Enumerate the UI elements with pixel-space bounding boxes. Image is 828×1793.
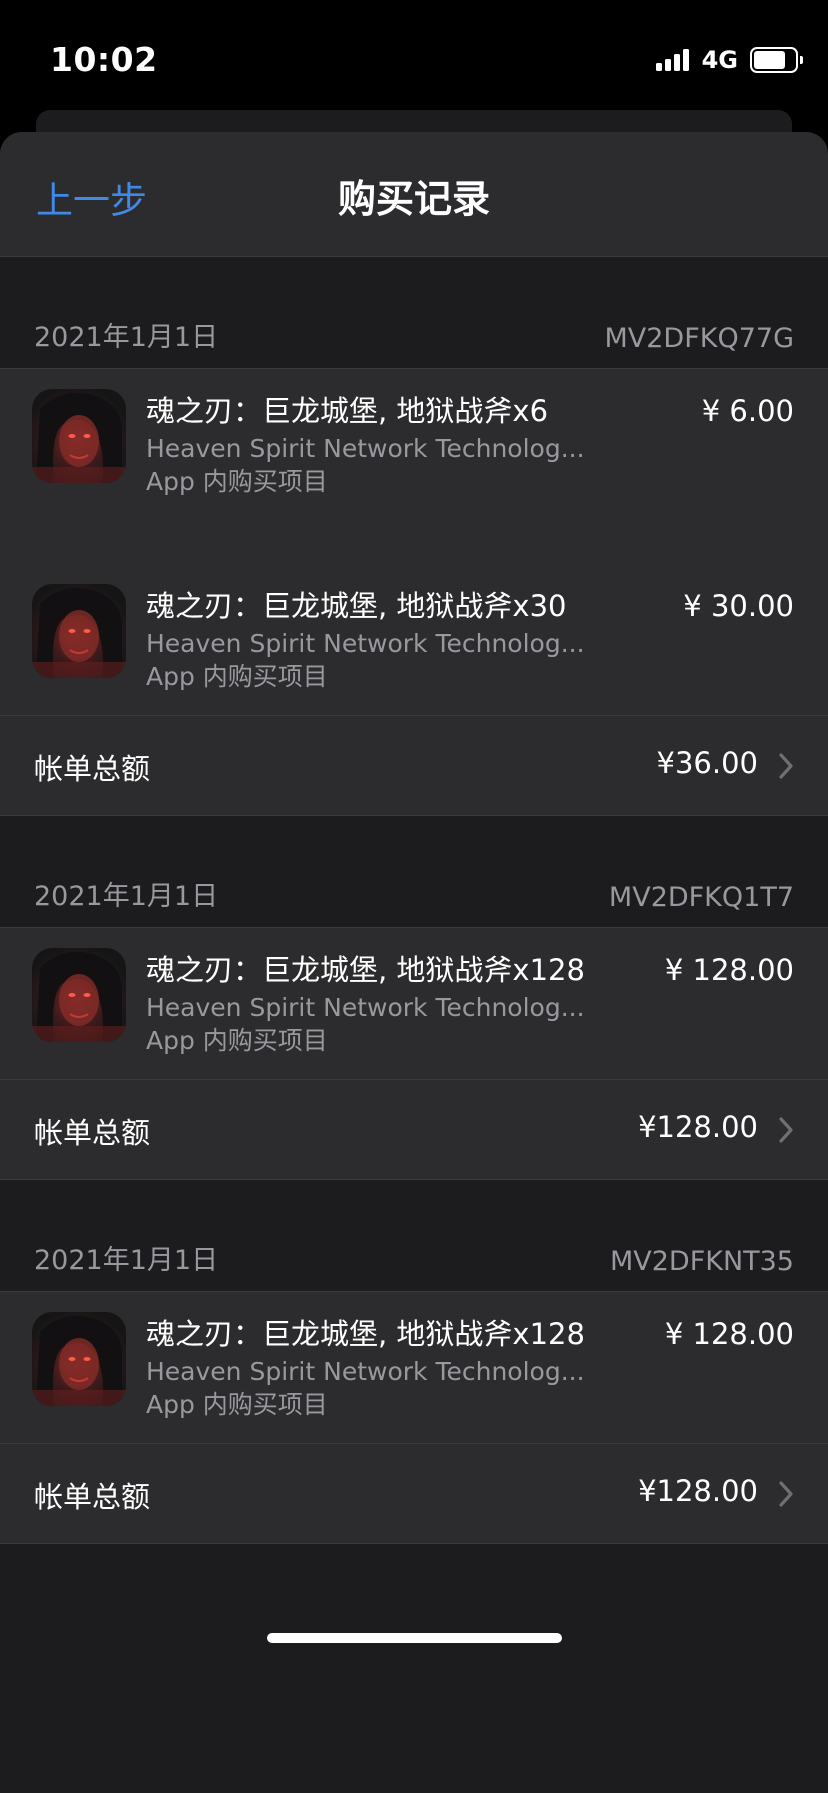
item-price: ¥ 128.00 bbox=[664, 953, 794, 987]
home-indicator[interactable] bbox=[267, 1633, 562, 1643]
bill-total-row[interactable]: 帐单总额 ¥36.00 bbox=[0, 715, 828, 815]
purchase-item[interactable]: ¥ 30.00 魂之刃：巨龙城堡, 地狱战斧x30 Heaven Spirit … bbox=[0, 544, 828, 715]
game-app-icon bbox=[32, 948, 126, 1042]
section-header: 2021年1月1日 MV2DFKQ77G bbox=[0, 257, 828, 369]
bill-total-amount: ¥36.00 bbox=[656, 746, 758, 780]
cellular-signal-icon bbox=[655, 49, 692, 71]
purchase-date: 2021年1月1日 bbox=[34, 881, 219, 912]
purchase-group: ¥ 128.00 魂之刃：巨龙城堡, 地狱战斧x128 Heaven Spiri… bbox=[0, 928, 828, 1180]
section-header: 2021年1月1日 MV2DFKNT35 bbox=[0, 1180, 828, 1292]
chevron-right-icon bbox=[778, 752, 794, 780]
item-developer: Heaven Spirit Network Technolog... bbox=[146, 1357, 585, 1386]
navigation-bar: 上一步 购买记录 bbox=[0, 132, 828, 257]
bill-total-amount: ¥128.00 bbox=[638, 1110, 758, 1144]
status-indicators: 4G bbox=[655, 46, 803, 74]
status-bar: 10:02 4G bbox=[0, 0, 828, 112]
item-type: App 内购买项目 bbox=[146, 1026, 328, 1055]
item-developer: Heaven Spirit Network Technolog... bbox=[146, 629, 585, 658]
purchase-sections: 2021年1月1日 MV2DFKQ77G ¥ 6.00 魂之刃：巨龙城堡, 地狱… bbox=[0, 257, 828, 1544]
purchase-history-sheet: 上一步 购买记录 2021年1月1日 MV2DFKQ77G ¥ 6.00 魂之刃… bbox=[0, 132, 828, 1793]
purchase-group: ¥ 128.00 魂之刃：巨龙城堡, 地狱战斧x128 Heaven Spiri… bbox=[0, 1292, 828, 1544]
purchase-item[interactable]: ¥ 128.00 魂之刃：巨龙城堡, 地狱战斧x128 Heaven Spiri… bbox=[0, 928, 828, 1079]
purchase-item[interactable]: ¥ 6.00 魂之刃：巨龙城堡, 地狱战斧x6 Heaven Spirit Ne… bbox=[0, 369, 828, 544]
item-name: 魂之刃：巨龙城堡, 地狱战斧x128 bbox=[146, 1317, 585, 1351]
chevron-right-icon bbox=[778, 1480, 794, 1508]
purchase-date: 2021年1月1日 bbox=[34, 322, 219, 353]
game-app-icon bbox=[32, 389, 126, 483]
order-id: MV2DFKQ77G bbox=[604, 323, 794, 354]
bill-total-amount: ¥128.00 bbox=[638, 1474, 758, 1508]
bill-total-row[interactable]: 帐单总额 ¥128.00 bbox=[0, 1443, 828, 1543]
purchase-group: ¥ 6.00 魂之刃：巨龙城堡, 地狱战斧x6 Heaven Spirit Ne… bbox=[0, 369, 828, 816]
battery-icon bbox=[750, 47, 803, 73]
order-id: MV2DFKNT35 bbox=[609, 1246, 794, 1277]
bill-total-label: 帐单总额 bbox=[34, 1480, 151, 1514]
purchase-date: 2021年1月1日 bbox=[34, 1245, 219, 1276]
order-id: MV2DFKQ1T7 bbox=[608, 882, 794, 913]
purchase-item[interactable]: ¥ 128.00 魂之刃：巨龙城堡, 地狱战斧x128 Heaven Spiri… bbox=[0, 1292, 828, 1443]
item-type: App 内购买项目 bbox=[146, 1390, 328, 1419]
status-time: 10:02 bbox=[50, 40, 158, 79]
section-header: 2021年1月1日 MV2DFKQ1T7 bbox=[0, 816, 828, 928]
game-app-icon bbox=[32, 1312, 126, 1406]
game-app-icon bbox=[32, 584, 126, 678]
item-price: ¥ 128.00 bbox=[664, 1317, 794, 1351]
network-label: 4G bbox=[701, 46, 738, 74]
bill-total-label: 帐单总额 bbox=[34, 1116, 151, 1150]
item-type: App 内购买项目 bbox=[146, 467, 328, 496]
bill-total-label: 帐单总额 bbox=[34, 752, 151, 786]
item-type: App 内购买项目 bbox=[146, 662, 328, 691]
bill-total-row[interactable]: 帐单总额 ¥128.00 bbox=[0, 1079, 828, 1179]
item-developer: Heaven Spirit Network Technolog... bbox=[146, 434, 585, 463]
item-name: 魂之刃：巨龙城堡, 地狱战斧x30 bbox=[146, 589, 567, 623]
item-name: 魂之刃：巨龙城堡, 地狱战斧x6 bbox=[146, 394, 549, 428]
item-developer: Heaven Spirit Network Technolog... bbox=[146, 993, 585, 1022]
page-title: 购买记录 bbox=[337, 177, 490, 221]
item-price: ¥ 30.00 bbox=[683, 589, 794, 623]
item-name: 魂之刃：巨龙城堡, 地狱战斧x128 bbox=[146, 953, 585, 987]
item-price: ¥ 6.00 bbox=[701, 394, 794, 428]
chevron-right-icon bbox=[778, 1116, 794, 1144]
